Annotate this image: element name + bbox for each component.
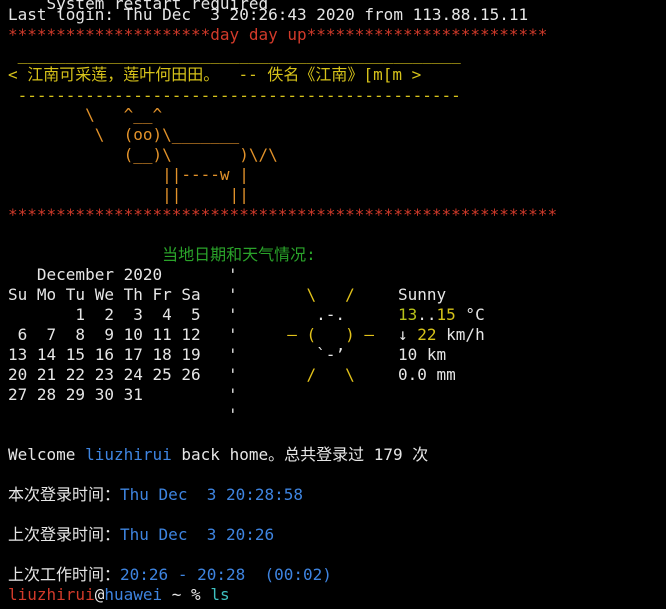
weather-visibility: 10 km [398,345,447,364]
this-login-label: 本次登录时间： [8,485,121,504]
banner-top: *********************day day up*********… [8,25,548,44]
cow-art-line-3: (__)\ )\/\ [8,145,278,164]
separator-tick: ' [228,305,238,324]
shell-prompt[interactable]: liuzhirui@huawei ~ % ls [8,585,230,605]
cow-art-line-4: ||----w | [8,165,249,184]
sun-art-line: ― ( ) ― [268,325,384,344]
calendar-month: December 2020 [8,265,163,284]
separator-tick: ' [228,405,238,424]
cowsay-quote: < 江南可采莲，莲叶何田田。 -- 佚名《江南》[m[m > [8,65,422,84]
prompt-path: ~ % [162,585,211,604]
last-work-line: 上次工作时间：20:26 - 20:28 (00:02) [8,565,332,585]
last-login-line: Last login: Thu Dec 3 20:26:43 2020 from… [8,5,529,24]
calendar-row: 1 2 3 4 5 [8,305,201,324]
sun-art-line: / \ [268,365,384,384]
sun-art-line: .-. [268,305,384,324]
cowsay-border-top: ________________________________________… [8,45,461,64]
this-login-line: 本次登录时间：Thu Dec 3 20:28:58 [8,485,303,505]
prompt-user: liuzhirui [8,585,95,604]
weather-section-title: 当地日期和天气情况: [8,245,316,264]
sun-art-line: \ / [268,285,384,304]
cow-art-line-1: \ ^__^ [8,105,163,124]
separator-tick: ' [228,345,238,364]
prompt-command[interactable]: ls [210,585,229,604]
prompt-at: @ [94,585,105,604]
separator-tick: ' [228,325,238,344]
cow-art-line-2: \ (oo)\_______ [8,125,240,144]
separator-tick: ' [228,285,238,304]
wind-unit: km/h [436,325,485,344]
calendar-row: 20 21 22 23 24 25 26 [8,365,201,384]
separator-tick: ' [228,265,238,284]
weather-condition: Sunny [398,285,447,304]
welcome-suffix: back home。总共登录过 179 次 [171,445,429,464]
weather-precipitation: 0.0 mm [398,365,456,384]
separator-tick: ' [228,365,238,384]
calendar-row: 13 14 15 16 17 18 19 [8,345,201,364]
prompt-host: huawei [104,585,163,604]
temp-unit: °C [455,305,485,324]
temp-sep: .. [417,305,437,324]
temp-high: 15 [436,305,456,324]
last-work-value: 20:26 - 20:28 (00:02) [120,565,332,584]
welcome-user: liuzhirui [85,445,172,464]
calendar-row: 27 28 29 30 31 [8,385,143,404]
wind-speed: 22 [417,325,437,344]
calendar-row: 6 7 8 9 10 11 12 [8,325,201,344]
weather-wind: ↓ 22 km/h [398,325,485,345]
last-login-cn-value: Thu Dec 3 20:26 [120,525,275,544]
wind-arrow-icon: ↓ [398,325,418,344]
separator-tick: ' [228,385,238,404]
calendar-weekdays: Su Mo Tu We Th Fr Sa [8,285,201,304]
last-work-label: 上次工作时间： [8,565,121,584]
this-login-value: Thu Dec 3 20:28:58 [120,485,304,504]
cowsay-border-bottom: ----------------------------------------… [8,86,461,105]
cow-art-line-5: || || [8,185,249,204]
welcome-prefix: Welcome [8,445,86,464]
temp-low: 13 [398,305,418,324]
weather-temperature: 13..15 °C [398,305,485,325]
welcome-line: Welcome liuzhirui back home。总共登录过 179 次 [8,445,428,465]
last-login-cn-line: 上次登录时间：Thu Dec 3 20:26 [8,525,274,545]
sun-art-line: `-’ [268,345,384,364]
last-login-cn-label: 上次登录时间： [8,525,121,544]
banner-bottom: ****************************************… [8,205,558,224]
